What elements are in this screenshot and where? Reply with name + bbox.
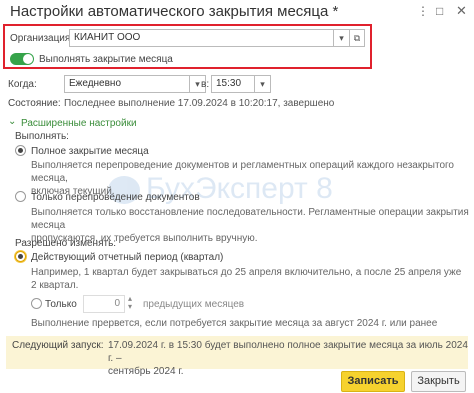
window-title: Настройки автоматического закрытия месяц… — [10, 3, 339, 20]
org-dropdown-icon[interactable]: ▾ — [334, 29, 350, 47]
option-only-label[interactable]: Только — [45, 299, 77, 310]
title-bar: Настройки автоматического закрытия месяц… — [0, 0, 474, 24]
radio-repost-only[interactable] — [15, 191, 26, 202]
close-button[interactable]: Закрыть — [411, 371, 466, 392]
next-run-panel: Следующий запуск: 17.09.2024 г. в 15:30 … — [6, 336, 468, 377]
advanced-chevron-icon[interactable]: ⌄ — [8, 116, 16, 127]
time-label: в: — [201, 79, 210, 90]
org-field[interactable]: КИАНИТ ООО — [69, 29, 334, 47]
months-suffix: предыдущих месяцев — [143, 299, 245, 310]
more-icon[interactable]: ⋮ — [417, 5, 429, 17]
close-month-toggle[interactable] — [10, 53, 34, 65]
status-value: Последнее выполнение 17.09.2024 в 10:20:… — [64, 98, 335, 109]
when-label: Когда: — [8, 79, 37, 90]
status-label: Состояние: — [8, 98, 61, 109]
toggle-label: Выполнять закрытие месяца — [39, 54, 173, 65]
current-period-desc-line1: Например, 1 квартал будет закрываться до… — [31, 267, 462, 278]
save-button[interactable]: Записать — [341, 371, 405, 392]
close-icon[interactable]: ✕ — [456, 4, 467, 17]
only-previous-desc: Выполнение прервется, если потребуется з… — [31, 318, 438, 329]
radio-only-previous[interactable] — [31, 298, 42, 309]
option-repost-only-label[interactable]: Только перепроведение документов — [31, 192, 200, 203]
org-open-icon[interactable]: ⧉ — [349, 29, 365, 47]
toggle-knob — [23, 54, 33, 64]
maximize-icon[interactable]: □ — [436, 5, 443, 17]
next-run-line1: 17.09.2024 г. в 15:30 будет выполнено по… — [108, 340, 468, 364]
months-count-field[interactable]: 0 — [83, 295, 125, 313]
time-field[interactable]: 15:30 — [211, 75, 255, 93]
time-dropdown-icon[interactable]: ▾ — [255, 75, 271, 93]
full-close-desc-line1: Выполняется перепроведение документов и … — [31, 160, 454, 184]
current-period-desc-line2: 2 квартал. — [31, 280, 79, 291]
advanced-settings-link[interactable]: Расширенные настройки — [21, 118, 137, 129]
org-label: Организация: — [10, 33, 74, 44]
repost-only-desc-line1: Выполняется только восстановление послед… — [31, 207, 469, 231]
radio-current-period[interactable] — [15, 251, 26, 262]
option-current-period-label[interactable]: Действующий отчетный период (квартал) — [31, 252, 223, 263]
months-down-icon[interactable]: ▾ — [128, 302, 132, 311]
next-run-label: Следующий запуск: — [12, 340, 104, 351]
radio-full-close[interactable] — [15, 145, 26, 156]
perform-label: Выполнять: — [15, 131, 69, 142]
schedule-field[interactable]: Ежедневно — [64, 75, 190, 93]
current-period-desc: Например, 1 квартал будет закрываться до… — [31, 266, 461, 292]
allow-label: Разрешено изменять: — [15, 238, 117, 249]
option-full-close-label[interactable]: Полное закрытие месяца — [31, 146, 149, 157]
